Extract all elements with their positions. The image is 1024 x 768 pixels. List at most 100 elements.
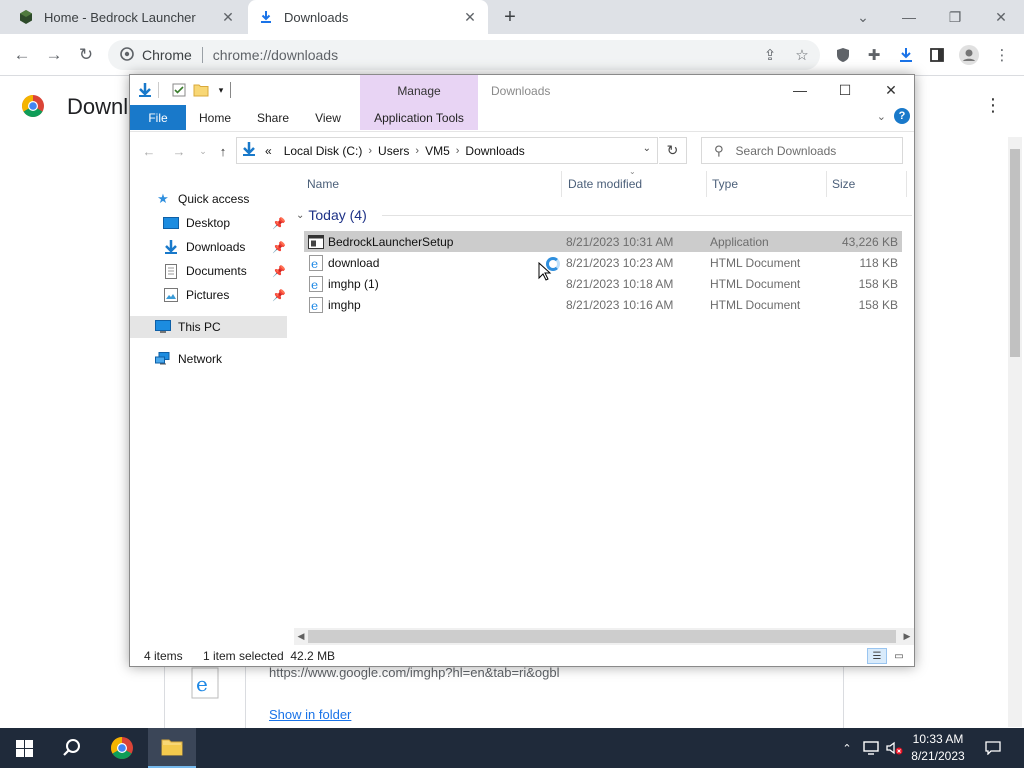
table-row[interactable]: e download 8/21/2023 10:23 AM HTML Docum… [304,252,902,273]
column-header-size[interactable]: Size [832,169,855,199]
show-in-folder-link[interactable]: Show in folder [269,707,351,722]
menu-kebab-icon[interactable]: ⋮ [991,44,1013,66]
pin-icon[interactable]: 📌 [272,241,286,254]
explorer-minimize-button[interactable]: — [778,79,822,101]
column-header-type[interactable]: Type [712,169,738,199]
navigation-pane: ★ Quick access Desktop 📌 Downloads 📌 Doc… [130,175,287,645]
customize-toolbar-icon[interactable]: ▾ [212,81,230,99]
nav-this-pc[interactable]: This PC [130,316,287,338]
breadcrumb-vm5[interactable]: VM5 [425,144,450,158]
horizontal-scrollbar[interactable]: ◀ ▶ [294,628,914,645]
side-panel-icon[interactable] [926,44,948,66]
ublock-icon[interactable] [832,44,854,66]
table-row[interactable]: e imghp (1) 8/21/2023 10:18 AM HTML Docu… [304,273,902,294]
breadcrumb-downloads[interactable]: Downloads [465,144,524,158]
search-input[interactable]: ⚲ Search Downloads [701,137,903,164]
column-header-name[interactable]: Name [307,169,339,199]
tab-application-tools[interactable]: Application Tools [360,105,478,130]
back-arrow-icon[interactable]: ← [140,142,158,160]
file-explorer-taskbar-icon[interactable] [148,728,196,768]
scroll-left-icon[interactable]: ◀ [294,628,308,645]
downloads-toolbar-icon[interactable] [895,44,917,66]
chevron-down-icon[interactable]: ⌄ [296,210,304,221]
pin-icon[interactable]: 📌 [272,265,286,278]
large-icons-view-icon[interactable]: ▭ [889,648,909,664]
table-row[interactable]: e imghp 8/21/2023 10:16 AM HTML Document… [304,294,902,315]
tab-file[interactable]: File [130,105,186,130]
chevron-down-icon[interactable]: ⌄ [840,0,886,34]
tray-overflow-icon[interactable]: ⌃ [838,728,856,768]
back-button[interactable]: ← [9,42,35,68]
tab-share[interactable]: Share [250,105,296,130]
extensions-puzzle-icon[interactable]: ✚ [863,44,885,66]
file-name: imghp (1) [328,276,379,291]
recent-locations-icon[interactable]: ⌄ [194,142,212,160]
help-icon[interactable]: ? [894,108,910,124]
expand-ribbon-icon[interactable]: ⌄ [877,110,886,123]
omnibox[interactable]: Chrome chrome://downloads [108,40,820,70]
new-folder-icon[interactable] [192,81,210,99]
bookmark-star-icon[interactable]: ☆ [791,44,813,66]
reload-button[interactable]: ↻ [73,42,99,68]
nav-quick-access[interactable]: ★ Quick access [154,188,284,210]
address-dropdown-icon[interactable]: ⌄ [643,143,651,154]
tab-bedrock-launcher[interactable]: Home - Bedrock Launcher ✕ [8,0,246,34]
column-divider[interactable] [826,171,827,197]
scroll-right-icon[interactable]: ▶ [900,628,914,645]
chevron-right-icon[interactable]: › [415,145,419,157]
window-title: Downloads [491,84,551,98]
column-divider[interactable] [706,171,707,197]
column-divider[interactable] [906,171,907,197]
pin-icon[interactable]: 📌 [272,217,286,230]
html-file-icon: e [308,254,324,271]
notifications-icon[interactable] [978,728,1008,768]
windows-start-icon[interactable] [0,728,48,768]
nav-documents[interactable]: Documents 📌 [162,260,286,282]
close-window-button[interactable]: ✕ [978,0,1024,34]
restore-button[interactable]: ❐ [932,0,978,34]
up-arrow-icon[interactable]: ↑ [214,142,232,160]
address-bar[interactable]: « Local Disk (C:) › Users › VM5 › Downlo… [236,137,658,164]
close-icon[interactable]: ✕ [220,9,236,25]
forward-arrow-icon[interactable]: → [170,142,188,160]
explorer-close-button[interactable]: ✕ [869,79,913,101]
minimize-button[interactable]: — [886,0,932,34]
nav-downloads[interactable]: Downloads 📌 [162,236,286,258]
page-menu-icon[interactable]: ⋮ [984,95,1002,116]
nav-network[interactable]: Network [154,348,284,370]
share-icon[interactable]: ⇪ [759,44,781,66]
explorer-maximize-button[interactable]: ☐ [823,79,867,101]
scrollbar-thumb[interactable] [1010,149,1020,357]
column-header-date[interactable]: Date modified [568,169,642,199]
svg-text:e: e [311,299,318,313]
details-view-icon[interactable]: ☰ [867,648,887,664]
tab-home[interactable]: Home [190,105,240,130]
nav-pictures[interactable]: Pictures 📌 [162,284,286,306]
chevron-right-icon[interactable]: › [368,145,372,157]
close-icon[interactable]: ✕ [462,9,478,25]
omnibox-url: chrome://downloads [212,47,339,63]
chrome-taskbar-icon[interactable] [98,728,146,768]
group-header-today[interactable]: ⌄ Today (4) [296,205,912,225]
page-scrollbar[interactable] [1008,137,1022,727]
pin-icon[interactable]: 📌 [272,289,286,302]
forward-button[interactable]: → [41,42,67,68]
desktop-icon [162,215,180,231]
tab-view[interactable]: View [306,105,350,130]
network-tray-icon[interactable] [860,728,882,768]
scrollbar-thumb[interactable] [308,630,896,643]
table-row[interactable]: BedrockLauncherSetup 8/21/2023 10:31 AM … [304,231,902,252]
new-tab-button[interactable]: + [498,5,522,29]
column-divider[interactable] [561,171,562,197]
properties-icon[interactable] [170,81,188,99]
tab-downloads[interactable]: Downloads ✕ [248,0,488,34]
breadcrumb-overflow[interactable]: « [265,144,272,158]
breadcrumb-local-disk[interactable]: Local Disk (C:) [284,144,363,158]
refresh-button[interactable]: ↻ [659,137,687,164]
taskbar-clock[interactable]: 10:33 AM 8/21/2023 [898,731,978,765]
search-icon[interactable] [48,728,96,768]
profile-avatar-icon[interactable] [958,44,980,66]
breadcrumb-users[interactable]: Users [378,144,409,158]
chevron-right-icon[interactable]: › [456,145,460,157]
nav-desktop[interactable]: Desktop 📌 [162,212,286,234]
